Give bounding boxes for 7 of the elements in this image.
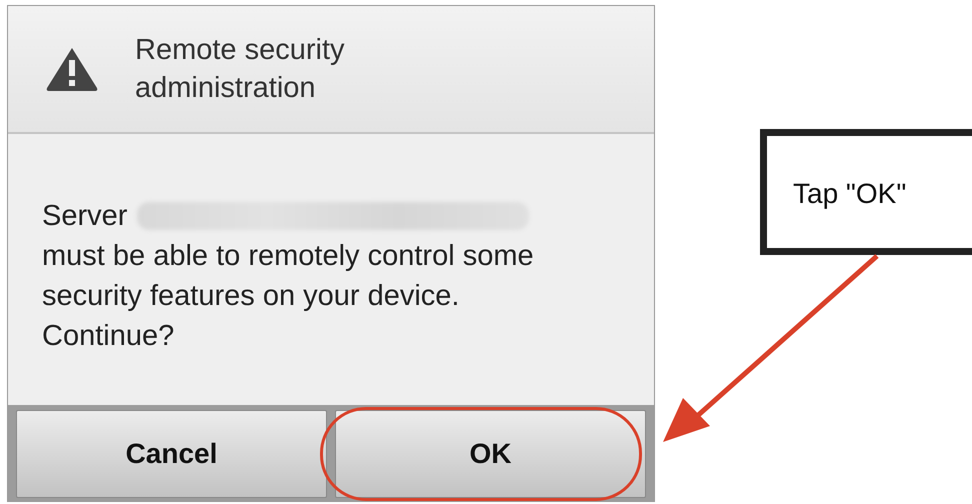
message-text: Server <box>42 199 128 234</box>
dialog-title: Remote security administration <box>135 33 346 106</box>
callout-text: Tap "OK" <box>793 178 906 209</box>
warning-icon <box>45 46 99 92</box>
ok-button[interactable]: OK <box>335 410 646 498</box>
cancel-button[interactable]: Cancel <box>16 410 327 498</box>
message-text: must be able to remotely control some security features on your device. Continue? <box>42 239 535 354</box>
